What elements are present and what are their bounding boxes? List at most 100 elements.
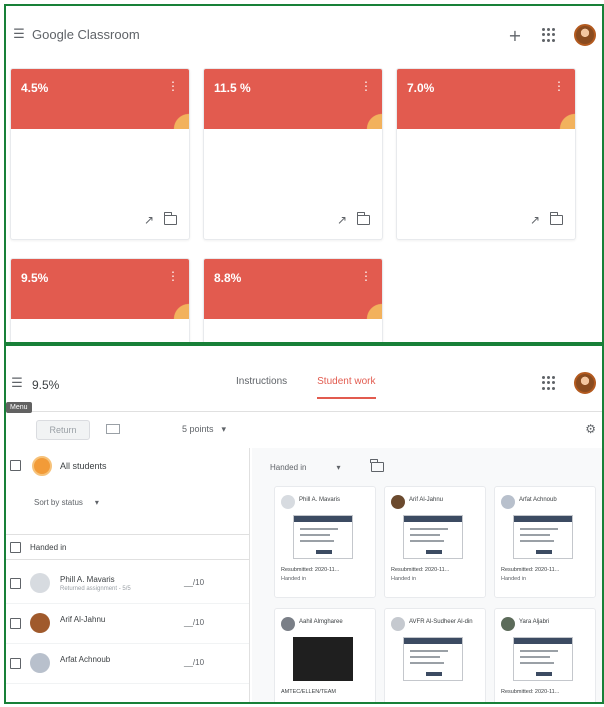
work-card-status: Resubmitted: 2020-11... <box>501 689 560 695</box>
apps-icon[interactable] <box>542 376 556 390</box>
points-select[interactable]: 5 points ▾ <box>182 424 226 435</box>
trending-icon[interactable]: ↗ <box>144 213 154 227</box>
tab-instructions[interactable]: Instructions <box>236 376 287 399</box>
work-card-sub: Handed in <box>501 576 527 582</box>
gear-icon[interactable]: ⚙ <box>585 422 596 436</box>
card-decoration <box>163 103 189 129</box>
all-students-row[interactable]: All students <box>6 448 249 484</box>
group-label: Handed in <box>30 543 67 552</box>
group-avatar <box>32 456 52 476</box>
handed-in-group[interactable]: Handed in <box>6 534 249 560</box>
student-row[interactable]: Phill A. Mavaris Returned assignment - 5… <box>6 564 249 604</box>
folder-icon[interactable] <box>549 212 563 225</box>
student-grade[interactable]: __/10 <box>184 658 204 667</box>
class-card[interactable]: 7.0% ⋮ ↗ <box>396 68 576 240</box>
class-card-actions: ↗ <box>530 212 563 227</box>
work-thumbnail[interactable] <box>403 515 463 559</box>
work-thumbnail[interactable] <box>293 515 353 559</box>
more-vert-icon[interactable]: ⋮ <box>167 269 179 283</box>
email-icon[interactable] <box>106 424 120 434</box>
brand-title[interactable]: Google Classroom <box>32 27 140 42</box>
work-card[interactable]: Phill A. Mavaris Resubmitted: 2020-11...… <box>274 486 376 598</box>
group-checkbox[interactable] <box>10 542 21 553</box>
plus-icon[interactable]: + <box>506 26 524 45</box>
student-avatar <box>501 617 515 631</box>
work-thumbnail[interactable] <box>403 637 463 681</box>
work-thumbnail[interactable] <box>513 515 573 559</box>
student-grade[interactable]: __/10 <box>184 618 204 627</box>
student-checkbox[interactable] <box>10 658 21 669</box>
work-thumbnail[interactable] <box>293 637 353 681</box>
sort-select[interactable]: Sort by status ▾ <box>34 498 99 507</box>
avatar[interactable] <box>574 24 596 46</box>
all-students-label: All students <box>60 461 107 471</box>
class-card-header: 9.5% ⋮ <box>11 259 189 319</box>
more-vert-icon[interactable]: ⋮ <box>360 269 372 283</box>
chevron-down-icon: ▾ <box>94 498 99 507</box>
assignment-tabs: Instructions Student work <box>236 376 376 399</box>
folder-icon[interactable] <box>356 212 370 225</box>
student-checkbox[interactable] <box>10 578 21 589</box>
points-label: 5 points <box>182 424 214 434</box>
folder-icon[interactable] <box>370 459 384 472</box>
student-row[interactable]: Arfat Achnoub __/10 <box>6 644 249 684</box>
menu-icon[interactable]: ☰ <box>8 374 26 392</box>
student-status: Returned assignment - 5/5 <box>60 586 131 592</box>
class-card-title[interactable]: 4.5% <box>21 81 48 95</box>
class-card[interactable]: 4.5% ⋮ ↗ <box>10 68 190 240</box>
work-card[interactable]: Yara Aljabri Resubmitted: 2020-11... <box>494 608 596 702</box>
student-checkbox[interactable] <box>10 618 21 629</box>
tab-student-work[interactable]: Student work <box>317 376 376 399</box>
class-card-title[interactable]: 9.5% <box>21 271 48 285</box>
work-thumbnail[interactable] <box>513 637 573 681</box>
student-grade[interactable]: __/10 <box>184 578 204 587</box>
class-card-title[interactable]: 11.5 % <box>214 81 251 95</box>
student-avatar <box>30 613 50 633</box>
student-name: Arfat Achnoub <box>60 655 111 664</box>
class-card-title[interactable]: 7.0% <box>407 81 434 95</box>
student-avatar <box>501 495 515 509</box>
work-card[interactable]: AVFR Al-Sudheer Al-din <box>384 608 486 702</box>
student-name: Arif Al-Jahnu <box>60 615 106 624</box>
return-button[interactable]: Return <box>36 420 90 440</box>
trending-icon[interactable]: ↗ <box>530 213 540 227</box>
work-card-name: Arfat Achnoub <box>519 497 557 503</box>
trending-icon[interactable]: ↗ <box>337 213 347 227</box>
class-card-header: 7.0% ⋮ <box>397 69 575 129</box>
more-vert-icon[interactable]: ⋮ <box>167 79 179 93</box>
work-card[interactable]: Arif Al-Jahnu Resubmitted: 2020-11... Ha… <box>384 486 486 598</box>
class-card[interactable]: 11.5 % ⋮ ↗ <box>203 68 383 240</box>
work-card-name: AVFR Al-Sudheer Al-din <box>409 619 473 625</box>
card-decoration <box>356 103 382 129</box>
work-card-name: Arif Al-Jahnu <box>409 497 444 503</box>
work-card-sub: Handed in <box>391 576 417 582</box>
select-all-checkbox[interactable] <box>10 460 21 471</box>
card-decoration <box>163 293 189 319</box>
work-card-name: Yara Aljabri <box>519 619 550 625</box>
class-card-header: 4.5% ⋮ <box>11 69 189 129</box>
more-vert-icon[interactable]: ⋮ <box>553 79 565 93</box>
folder-icon[interactable] <box>163 212 177 225</box>
class-title[interactable]: 9.5% <box>32 378 59 392</box>
student-row[interactable]: Arif Al-Jahnu __/10 <box>6 604 249 644</box>
more-vert-icon[interactable]: ⋮ <box>360 79 372 93</box>
student-name: Phill A. Mavaris <box>60 575 115 584</box>
student-avatar <box>391 495 405 509</box>
chevron-down-icon: ▾ <box>221 424 227 434</box>
card-decoration <box>549 103 575 129</box>
work-card[interactable]: Aahil Almgharee AMTEC/ELLEN/TEAM <box>274 608 376 702</box>
menu-icon[interactable]: ☰ <box>8 23 30 45</box>
class-card[interactable]: 8.8% ⋮ <box>203 258 383 342</box>
assignment-actions <box>542 372 596 394</box>
work-card-name: Phill A. Mavaris <box>299 497 341 503</box>
avatar[interactable] <box>574 372 596 394</box>
sort-label: Sort by status <box>34 498 83 507</box>
student-avatar <box>30 573 50 593</box>
student-work-panel: ☰ 9.5% Menu Instructions Student work Re… <box>4 344 604 704</box>
class-card-title[interactable]: 8.8% <box>214 271 241 285</box>
class-card[interactable]: 9.5% ⋮ <box>10 258 190 342</box>
apps-icon[interactable] <box>542 28 556 42</box>
work-filter[interactable]: Handed in ▾ <box>270 459 384 472</box>
work-card[interactable]: Arfat Achnoub Resubmitted: 2020-11... Ha… <box>494 486 596 598</box>
student-avatar <box>281 617 295 631</box>
